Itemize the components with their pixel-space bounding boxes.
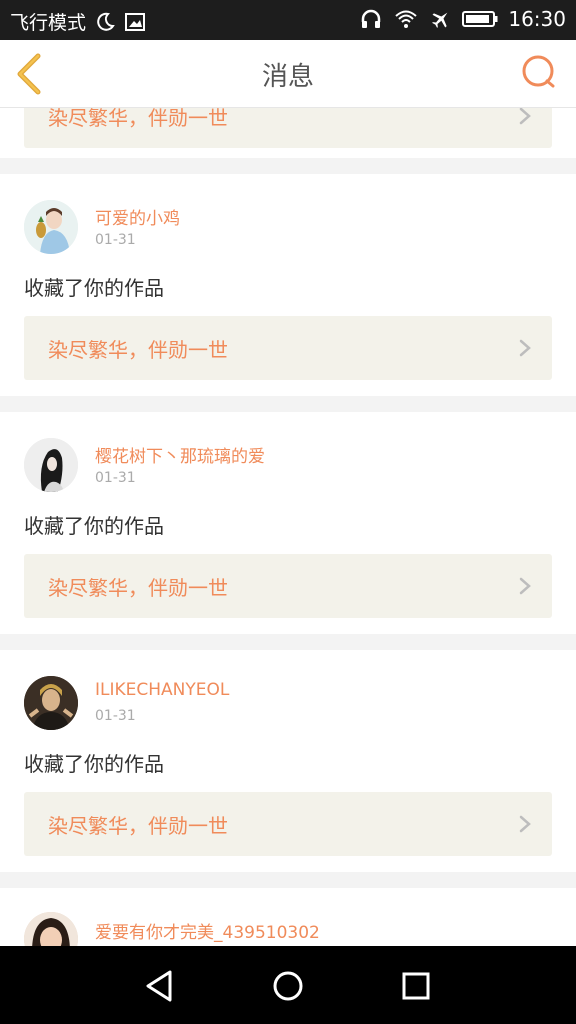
message-action: 收藏了你的作品: [24, 276, 164, 300]
wifi-icon: [395, 10, 418, 28]
avatar[interactable]: [24, 438, 78, 492]
moon-icon: [97, 12, 115, 31]
work-link[interactable]: 染尽繁华，伴勋一世: [24, 554, 552, 618]
message-date: 01-31: [95, 470, 136, 486]
back-triangle-icon[interactable]: [140, 966, 180, 1006]
clock: 16:30: [508, 7, 566, 31]
message-date: 01-31: [95, 232, 136, 248]
airplane-mode-label: 飞行模式: [10, 12, 87, 34]
avatar-image: [24, 200, 78, 254]
avatar[interactable]: [24, 912, 78, 946]
list-item[interactable]: 爱要有你才完美_439510302: [0, 888, 576, 946]
image-icon: [125, 12, 146, 31]
recents-square-icon[interactable]: [396, 966, 436, 1006]
message-date: 01-31: [95, 708, 136, 724]
work-link[interactable]: 染尽繁华，伴勋一世: [24, 108, 552, 148]
work-link[interactable]: 染尽繁华，伴勋一世: [24, 316, 552, 380]
list-item[interactable]: 樱花树下丶那琉璃的爱 01-31 收藏了你的作品 染尽繁华，伴勋一世: [0, 412, 576, 634]
system-nav-bar: [0, 946, 576, 1024]
headphones-icon: [362, 9, 381, 28]
username-link[interactable]: 樱花树下丶那琉璃的爱: [95, 442, 265, 467]
page-title: 消息: [261, 62, 314, 92]
work-link[interactable]: 染尽繁华，伴勋一世: [24, 792, 552, 856]
username-link[interactable]: ILIKECHANYEOL: [95, 680, 229, 700]
avatar[interactable]: [24, 676, 78, 730]
work-title: 染尽繁华，伴勋一世: [48, 576, 228, 600]
chevron-right-icon: [519, 815, 531, 833]
list-item[interactable]: 可爱的小鸡 01-31 收藏了你的作品 染尽繁华，伴勋一世: [0, 174, 576, 396]
work-title: 染尽繁华，伴勋一世: [48, 338, 228, 362]
airplane-icon: [432, 12, 448, 28]
list-item: 染尽繁华，伴勋一世: [0, 108, 576, 158]
chevron-right-icon: [519, 339, 531, 357]
work-title: 染尽繁华，伴勋一世: [48, 108, 228, 130]
status-bar: 飞行模式 16:30: [0, 0, 576, 40]
avatar[interactable]: [24, 200, 78, 254]
username-link[interactable]: 可爱的小鸡: [95, 204, 180, 229]
avatar-image: [24, 438, 78, 492]
work-title: 染尽繁华，伴勋一世: [48, 814, 228, 838]
message-action: 收藏了你的作品: [24, 752, 164, 776]
avatar-image: [24, 676, 78, 730]
app-header: 消息: [0, 40, 576, 108]
battery-icon: [462, 11, 498, 27]
message-action: 收藏了你的作品: [24, 514, 164, 538]
chevron-right-icon: [519, 108, 531, 125]
home-circle-icon[interactable]: [268, 966, 308, 1006]
username-link[interactable]: 爱要有你才完美_439510302: [95, 918, 320, 943]
search-icon[interactable]: [520, 54, 558, 94]
list-item[interactable]: ILIKECHANYEOL 01-31 收藏了你的作品 染尽繁华，伴勋一世: [0, 650, 576, 872]
chevron-right-icon: [519, 577, 531, 595]
avatar-image: [24, 912, 78, 946]
message-list[interactable]: 染尽繁华，伴勋一世 可爱的小鸡 01-31 收藏了你的作品 染尽繁华，伴勋一世: [0, 108, 576, 946]
